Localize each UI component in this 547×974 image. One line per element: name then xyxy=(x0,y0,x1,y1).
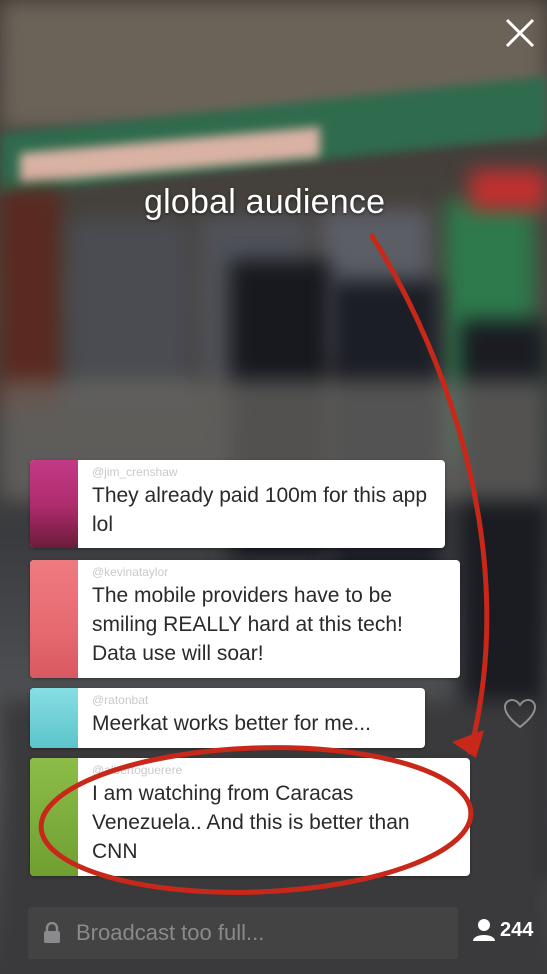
avatar xyxy=(30,688,78,748)
avatar xyxy=(30,460,78,548)
heart-icon[interactable] xyxy=(503,698,537,730)
lock-icon xyxy=(44,922,60,943)
chat-input[interactable]: Broadcast too full... xyxy=(28,907,458,959)
annotation-caption: global audience xyxy=(144,183,386,221)
avatar xyxy=(30,560,78,678)
chat-placeholder: Broadcast too full... xyxy=(76,920,265,945)
avatar xyxy=(30,758,78,876)
chat-comment: @jim_crenshaw They already paid 100m for… xyxy=(30,460,445,548)
chat-comment: @albertoguerere I am watching from Carac… xyxy=(30,758,470,876)
comment-handle: @jim_crenshaw xyxy=(92,465,178,479)
comment-text: The mobile providers have to be smiling … xyxy=(92,584,403,665)
comment-text: I am watching from Caracas Venezuela.. A… xyxy=(92,782,410,863)
viewer-count-number: 244 xyxy=(500,918,534,941)
comment-handle: @albertoguerere xyxy=(92,763,183,777)
user-icon xyxy=(473,919,495,941)
comment-text: They already paid 100m for this app lol xyxy=(92,484,428,536)
viewer-count[interactable]: 244 xyxy=(472,918,533,942)
chat-comment: @ratonbat Meerkat works better for me... xyxy=(30,688,425,748)
chat-comment: @kevinataylor The mobile providers have … xyxy=(30,560,460,678)
close-icon[interactable] xyxy=(503,16,537,50)
comment-handle: @kevinataylor xyxy=(92,565,169,579)
comment-handle: @ratonbat xyxy=(92,693,149,707)
comment-text: Meerkat works better for me... xyxy=(92,712,371,735)
